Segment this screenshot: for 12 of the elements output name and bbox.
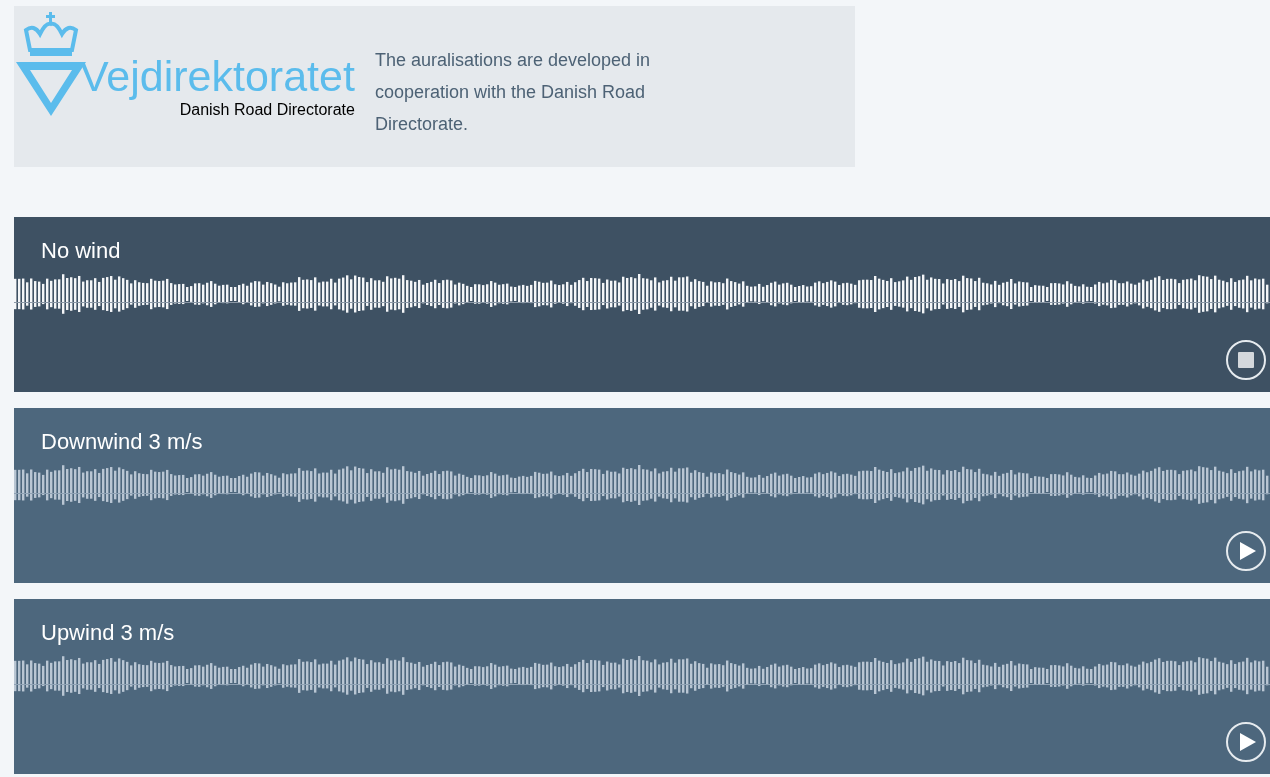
- track-title: Downwind 3 m/s: [40, 428, 204, 456]
- stop-button[interactable]: [1226, 340, 1266, 380]
- stop-icon: [1238, 352, 1254, 368]
- play-icon: [1239, 733, 1256, 751]
- play-button[interactable]: [1226, 722, 1266, 762]
- play-icon: [1239, 542, 1256, 560]
- cooperation-note: The auralisations are developed in cooperation with the Danish Road Directorate.: [374, 49, 652, 136]
- track-title: Upwind 3 m/s: [40, 619, 176, 647]
- play-button[interactable]: [1226, 531, 1266, 571]
- logo-wordmark: Vejdirektoratet: [80, 54, 355, 98]
- track-title: No wind: [40, 237, 122, 265]
- logo-subtitle: Danish Road Directorate: [179, 100, 355, 120]
